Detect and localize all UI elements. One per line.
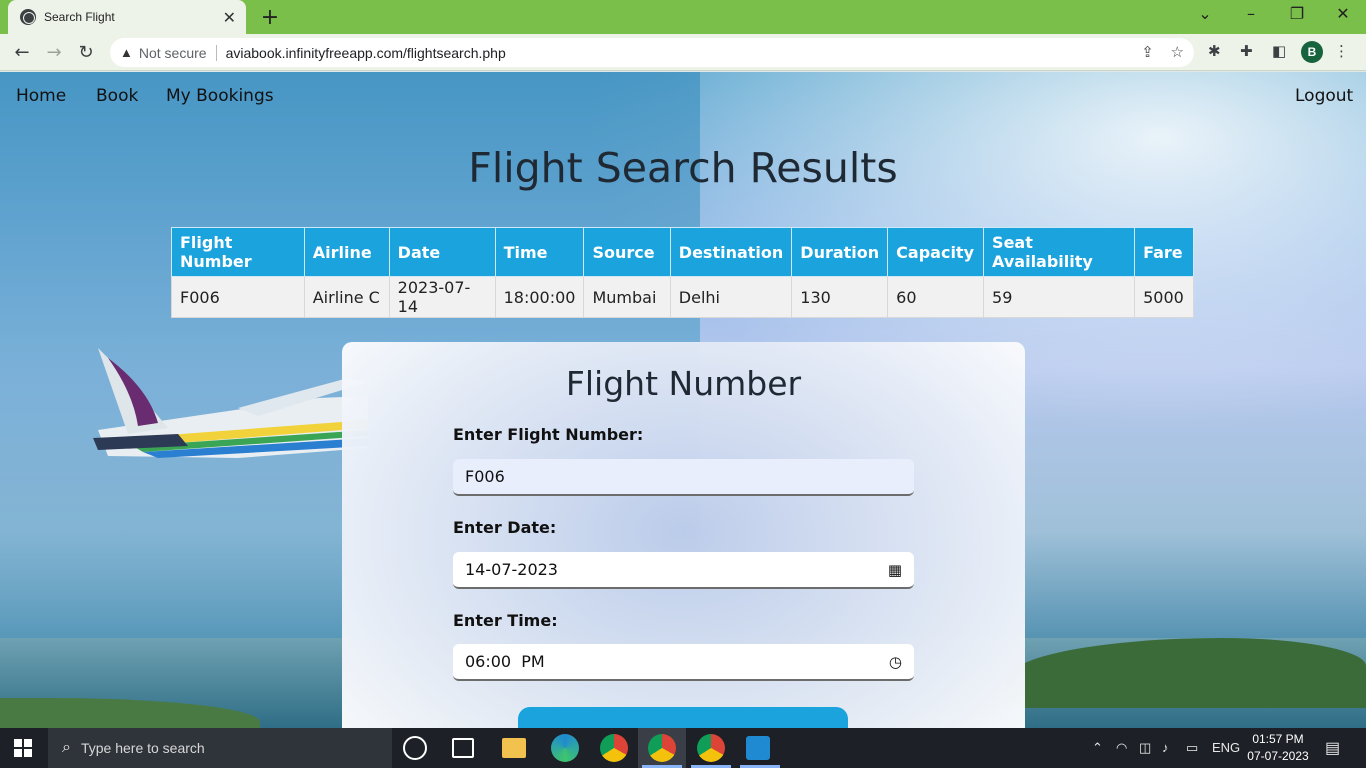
tab-title: Search Flight — [44, 10, 115, 24]
cell-airline: Airline C — [303, 276, 390, 318]
forward-arrow-icon[interactable]: → — [42, 41, 66, 65]
cell-flight-number: F006 — [171, 276, 305, 318]
address-bar[interactable]: ▲ Not secure aviabook.infinityfreeapp.co… — [110, 38, 1194, 67]
vscode-icon[interactable] — [746, 736, 770, 760]
clock-date: 07-07-2023 — [1247, 749, 1309, 763]
airplane-image — [93, 348, 368, 458]
file-explorer-icon[interactable] — [502, 738, 526, 758]
column-header: Airline — [303, 227, 390, 277]
globe-icon — [20, 9, 36, 25]
chrome-icon[interactable] — [600, 734, 628, 762]
taskbar-search-box[interactable]: ⌕ Type here to search — [48, 728, 392, 768]
chrome-profile-m-icon[interactable] — [697, 734, 725, 762]
time-value: 06:00 PM — [465, 652, 545, 671]
date-label: Enter Date: — [453, 518, 557, 537]
close-window-button[interactable]: ✕ — [1328, 4, 1358, 23]
taskbar-clock[interactable]: 01:57 PM 07-07-2023 — [1246, 731, 1310, 765]
table-header-row: Flight Number Airline Date Time Source D… — [171, 227, 1194, 277]
column-header: Source — [583, 227, 671, 277]
battery-icon[interactable]: ▭ — [1186, 740, 1198, 756]
flight-number-input[interactable]: F006 — [453, 459, 914, 496]
omnibox-divider — [215, 44, 217, 61]
edge-browser-icon[interactable] — [551, 734, 579, 762]
cell-destination: Delhi — [669, 276, 793, 318]
flight-number-label: Enter Flight Number: — [453, 425, 644, 444]
warning-icon[interactable]: ▲ — [120, 45, 133, 60]
column-header: Destination — [669, 227, 793, 277]
menu-kebab-icon[interactable]: ⋮ — [1334, 42, 1349, 60]
column-header: Capacity — [887, 227, 985, 277]
not-secure-label[interactable]: Not secure — [139, 45, 207, 61]
tab-search-chevron-icon[interactable]: ⌄ — [1190, 4, 1220, 23]
browser-tab[interactable]: Search Flight ✕ — [8, 0, 246, 34]
nav-book-link[interactable]: Book — [96, 86, 138, 106]
calendar-icon[interactable]: ▦ — [888, 561, 902, 579]
page-title: Flight Search Results — [468, 144, 898, 192]
table-row: F006 Airline C 2023-07-14 18:00:00 Mumba… — [171, 276, 1194, 318]
column-header: Date — [388, 227, 496, 277]
back-arrow-icon[interactable]: ← — [10, 41, 34, 65]
clock-time: 01:57 PM — [1252, 732, 1304, 746]
cortana-icon[interactable] — [403, 736, 427, 760]
form-heading: Flight Number — [565, 364, 802, 403]
bookmark-star-icon[interactable]: ☆ — [1171, 44, 1184, 61]
cell-source: Mumbai — [583, 276, 671, 318]
url-text[interactable]: aviabook.infinityfreeapp.com/flightsearc… — [226, 45, 506, 61]
browser-toolbar: ← → ↻ ▲ Not secure aviabook.infinityfree… — [0, 34, 1366, 71]
nav-home-link[interactable]: Home — [16, 86, 66, 106]
restore-button[interactable]: ❐ — [1282, 4, 1312, 23]
search-submit-button[interactable] — [518, 707, 848, 728]
date-value: 14-07-2023 — [465, 560, 558, 579]
clock-icon[interactable]: ◷ — [889, 653, 902, 671]
task-view-icon[interactable] — [452, 738, 474, 758]
wifi-icon[interactable]: ◠ — [1116, 740, 1127, 756]
windows-taskbar: ⌕ Type here to search ⌃ ◠ ◫ ♪ ▭ ENG 01:5… — [0, 728, 1366, 768]
site-nav: Home Book My Bookings Logout — [0, 86, 1366, 110]
show-hidden-icons-chevron-icon[interactable]: ⌃ — [1092, 740, 1103, 756]
tab-close-icon[interactable]: ✕ — [223, 8, 236, 27]
nav-logout-link[interactable]: Logout — [1295, 86, 1353, 106]
column-header: Flight Number — [171, 227, 305, 277]
search-form-card: Flight Number Enter Flight Number: F006 … — [342, 342, 1025, 728]
extension-bug-icon[interactable]: ✱ — [1208, 42, 1221, 60]
extensions-puzzle-icon[interactable]: ✚ — [1240, 42, 1253, 60]
cell-duration: 130 — [791, 276, 889, 318]
column-header: Seat Availability — [983, 227, 1136, 277]
windows-start-icon[interactable] — [14, 739, 32, 757]
search-icon: ⌕ — [62, 739, 71, 756]
chrome-profile-b-icon[interactable] — [648, 734, 676, 762]
cell-seat-availability: 59 — [983, 276, 1136, 318]
volume-icon[interactable]: ♪ — [1162, 740, 1169, 755]
time-input[interactable]: 06:00 PM ◷ — [453, 644, 914, 681]
cell-capacity: 60 — [887, 276, 985, 318]
taskbar-search-placeholder: Type here to search — [80, 740, 205, 756]
cell-fare: 5000 — [1134, 276, 1194, 318]
date-input[interactable]: 14-07-2023 ▦ — [453, 552, 914, 589]
cell-time: 18:00:00 — [494, 276, 585, 318]
notifications-icon[interactable]: ▤ — [1325, 738, 1340, 758]
language-indicator[interactable]: ENG — [1212, 740, 1240, 755]
minimize-button[interactable]: – — [1236, 4, 1266, 23]
omnibox-actions: ⇪ ☆ — [1141, 43, 1184, 61]
profile-avatar[interactable]: B — [1301, 41, 1323, 63]
cell-date: 2023-07-14 — [388, 276, 496, 318]
share-icon[interactable]: ⇪ — [1141, 44, 1154, 61]
nav-my-bookings-link[interactable]: My Bookings — [166, 86, 274, 106]
results-table: Flight Number Airline Date Time Source D… — [171, 227, 1194, 318]
column-header: Time — [494, 227, 585, 277]
flight-number-value: F006 — [465, 467, 505, 486]
page-content: Home Book My Bookings Logout Flight Sear… — [0, 72, 1366, 728]
time-label: Enter Time: — [453, 611, 558, 630]
side-panel-icon[interactable]: ◧ — [1272, 42, 1286, 60]
column-header: Duration — [791, 227, 889, 277]
camera-icon[interactable]: ◫ — [1139, 740, 1151, 756]
column-header: Fare — [1134, 227, 1194, 277]
reload-icon[interactable]: ↻ — [74, 41, 98, 65]
new-tab-button[interactable]: + — [258, 5, 282, 30]
browser-tab-strip: Search Flight ✕ + ⌄ – ❐ ✕ — [0, 0, 1366, 34]
